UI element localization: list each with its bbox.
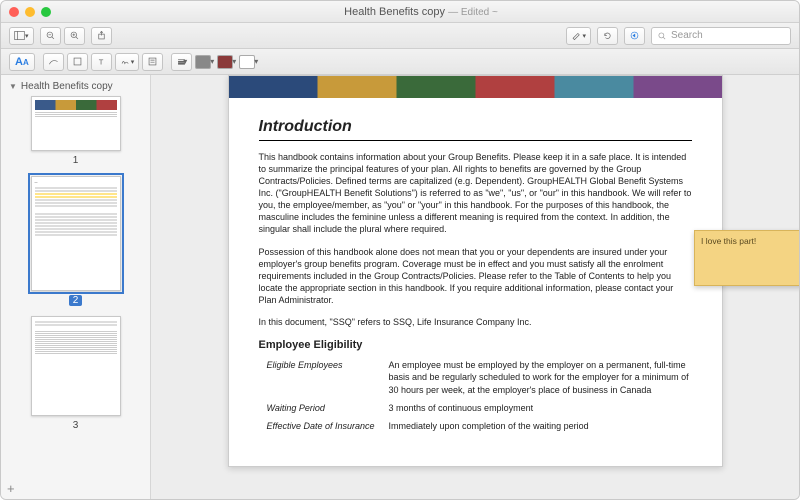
search-placeholder: Search — [671, 30, 703, 41]
page-thumbnail[interactable]: — — [31, 176, 121, 291]
line-weight-button[interactable]: ▾ — [171, 53, 192, 71]
thumbnail-number: 3 — [73, 420, 79, 431]
disclosure-triangle-icon[interactable]: ▼ — [9, 82, 17, 91]
fill-color-swatch[interactable] — [217, 55, 233, 69]
sidebar-header[interactable]: ▼ Health Benefits copy — [9, 79, 142, 96]
paragraph: Possession of this handbook alone does n… — [259, 246, 692, 307]
row-label: Waiting Period — [259, 402, 389, 414]
document-view[interactable]: Introduction This handbook contains info… — [151, 75, 799, 499]
thumbnail-number: 2 — [69, 295, 83, 306]
paragraph: In this document, "SSQ" refers to SSQ, L… — [259, 316, 692, 328]
row-value: An employee must be employed by the empl… — [389, 359, 692, 395]
sign-button[interactable]: ▾ — [115, 53, 140, 71]
edited-indicator: — Edited ~ — [448, 7, 498, 18]
minimize-window-button[interactable] — [25, 7, 35, 17]
sticky-note-text[interactable]: I love this part! — [701, 236, 756, 246]
row-label: Effective Date of Insurance — [259, 420, 389, 432]
title-text: Health Benefits copy — [344, 6, 445, 18]
titlebar[interactable]: Health Benefits copy — Edited ~ — [1, 1, 799, 23]
svg-text:T: T — [98, 57, 103, 66]
paragraph: This handbook contains information about… — [259, 151, 692, 236]
eligibility-row: Effective Date of Insurance Immediately … — [259, 420, 692, 432]
stroke-color-swatch[interactable] — [195, 55, 211, 69]
main-toolbar: ▾ ▾ Search — [1, 23, 799, 49]
thumbnail-2[interactable]: — 2 — [9, 176, 142, 306]
shapes-button[interactable] — [67, 53, 88, 71]
search-icon — [657, 31, 667, 41]
share-button[interactable] — [91, 27, 112, 45]
eligibility-row: Eligible Employees An employee must be e… — [259, 359, 692, 395]
heading-employee-eligibility: Employee Eligibility — [259, 338, 692, 353]
zoom-out-button[interactable] — [40, 27, 61, 45]
markup-toolbar: AA T ▾ ▾ ▾ ▾ ▾ — [1, 49, 799, 75]
zoom-in-button[interactable] — [64, 27, 85, 45]
markup-button[interactable] — [624, 27, 645, 45]
close-window-button[interactable] — [9, 7, 19, 17]
text-color-swatch[interactable] — [239, 55, 255, 69]
highlight-button[interactable]: ▾ — [566, 27, 591, 45]
content-area: ▼ Health Benefits copy 1 — 2 — [1, 75, 799, 499]
page-thumbnail[interactable] — [31, 316, 121, 416]
sidebar-title: Health Benefits copy — [21, 81, 113, 92]
rotate-button[interactable] — [597, 27, 618, 45]
row-value: Immediately upon completion of the waiti… — [389, 420, 692, 432]
thumbnail-3[interactable]: 3 — [9, 316, 142, 431]
text-button[interactable]: T — [91, 53, 112, 71]
view-mode-button[interactable]: ▾ — [9, 27, 34, 45]
thumbnail-number: 1 — [73, 155, 79, 166]
heading-introduction: Introduction — [259, 116, 692, 141]
sketch-button[interactable] — [43, 53, 64, 71]
text-style-button[interactable]: AA — [9, 53, 35, 71]
window-title: Health Benefits copy — Edited ~ — [51, 6, 791, 18]
thumbnails-sidebar: ▼ Health Benefits copy 1 — 2 — [1, 75, 151, 499]
row-value: 3 months of continuous employment — [389, 402, 692, 414]
app-window: Health Benefits copy — Edited ~ ▾ ▾ Sear… — [0, 0, 800, 500]
page-thumbnail[interactable] — [31, 96, 121, 151]
search-field[interactable]: Search — [651, 27, 791, 45]
sticky-note[interactable]: I love this part! — [694, 230, 799, 286]
row-label: Eligible Employees — [259, 359, 389, 395]
eligibility-row: Waiting Period 3 months of continuous em… — [259, 402, 692, 414]
chevron-down-icon: ▾ — [232, 57, 236, 66]
traffic-lights — [9, 7, 51, 17]
thumbnail-1[interactable]: 1 — [9, 96, 142, 166]
header-image-stripe — [229, 76, 722, 98]
chevron-down-icon: ▾ — [254, 57, 258, 66]
note-button[interactable] — [142, 53, 163, 71]
zoom-window-button[interactable] — [41, 7, 51, 17]
add-page-button[interactable]: + — [7, 481, 15, 496]
document-page: Introduction This handbook contains info… — [228, 75, 723, 467]
chevron-down-icon: ▾ — [210, 57, 214, 66]
